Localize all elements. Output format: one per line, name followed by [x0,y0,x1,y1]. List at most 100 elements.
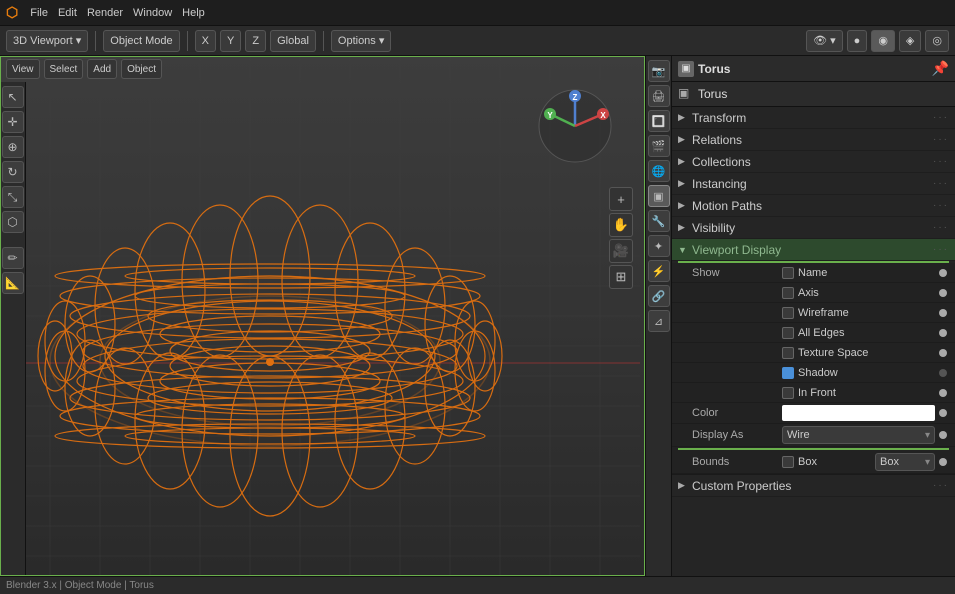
name-checkbox[interactable] [782,267,794,279]
display-as-dropdown[interactable]: Wire ▾ [782,426,935,444]
display-as-controls: Wire ▾ [782,426,947,444]
bounds-checkbox[interactable] [782,456,794,468]
options-btn[interactable]: Options ▾ [331,30,392,52]
object-menu-btn[interactable]: Object [121,59,162,79]
world-btn[interactable]: 🌐 [648,160,670,182]
wireframe-checkbox-wrap[interactable]: Wireframe [782,307,935,319]
axis-z-btn[interactable]: Z [245,30,266,52]
texture-space-dot[interactable] [939,349,947,357]
section-viewport-display[interactable]: ▼ Viewport Display ··· [672,239,955,261]
shadow-cb-label: Shadow [798,367,838,379]
menu-edit[interactable]: Edit [54,7,81,19]
camera-btn[interactable]: 🎥 [609,239,633,263]
axis-checkbox-wrap[interactable]: Axis [782,287,935,299]
axis-x-btn[interactable]: X [195,30,216,52]
viewport[interactable]: View Select Add Object Z Y [0,56,645,576]
texture-space-checkbox-wrap[interactable]: Texture Space [782,347,935,359]
color-dot[interactable] [939,409,947,417]
scale-tool-btn[interactable]: ⤡ [2,186,24,208]
viewport-shading-wire[interactable]: ◉ [871,30,895,52]
section-dots-custom-props: ··· [933,480,949,491]
select-menu-btn[interactable]: Select [44,59,84,79]
object-type-icon: ▣ [678,86,694,102]
axis-checkbox[interactable] [782,287,794,299]
data-props-btn[interactable]: ⊿ [648,310,670,332]
all-edges-checkbox-wrap[interactable]: All Edges [782,327,935,339]
shadow-checkbox[interactable] [782,367,794,379]
object-props-btn[interactable]: ▣ [648,185,670,207]
texture-space-cb-label: Texture Space [798,347,868,359]
shadow-checkbox-wrap[interactable]: Shadow [782,367,935,379]
svg-text:Y: Y [547,111,553,120]
output-props-btn[interactable]: 🖨 [648,85,670,107]
view-menu-btn[interactable]: View [6,59,40,79]
viewport-overlay-btn[interactable]: 👁 ▾ [806,30,843,52]
wireframe-dot[interactable] [939,309,947,317]
annotate-tool-btn[interactable]: ✏ [2,247,24,269]
shadow-dot[interactable] [939,369,947,377]
display-as-dot[interactable] [939,431,947,439]
all-edges-dot[interactable] [939,329,947,337]
show-label-row: Show Name [672,263,955,283]
render-props-btn[interactable]: 📷 [648,60,670,82]
in-front-checkbox[interactable] [782,387,794,399]
axis-y-btn[interactable]: Y [220,30,241,52]
select-tool-btn[interactable]: ↖ [2,86,24,108]
viewport-shading-solid[interactable]: ● [847,30,868,52]
all-edges-checkbox[interactable] [782,327,794,339]
section-motion-paths[interactable]: ▶ Motion Paths ··· [672,195,955,217]
color-field[interactable] [782,405,935,421]
scene-btn[interactable]: 🎬 [648,135,670,157]
view-layer-btn[interactable]: 🔳 [648,110,670,132]
particles-btn[interactable]: ✦ [648,235,670,257]
display-as-value: Wire [787,429,925,441]
panel-pin-btn[interactable]: 📌 [932,60,949,77]
section-visibility[interactable]: ▶ Visibility ··· [672,217,955,239]
top-toolbar: 3D Viewport ▾ Object Mode X Y Z Global O… [0,26,955,56]
in-front-checkbox-wrap[interactable]: In Front [782,387,935,399]
wireframe-checkbox[interactable] [782,307,794,319]
zoom-in-btn[interactable]: + [609,187,633,211]
move-tool-btn[interactable]: ⊕ [2,136,24,158]
menu-window[interactable]: Window [129,7,176,19]
section-instancing[interactable]: ▶ Instancing ··· [672,173,955,195]
modifier-btn[interactable]: 🔧 [648,210,670,232]
rotate-tool-btn[interactable]: ↻ [2,161,24,183]
texture-space-checkbox[interactable] [782,347,794,359]
section-custom-properties[interactable]: ▶ Custom Properties ··· [672,475,955,497]
pan-btn[interactable]: ✋ [609,213,633,237]
menu-render[interactable]: Render [83,7,127,19]
app-logo: ⬡ [6,4,18,21]
transform-tool-btn[interactable]: ⬡ [2,211,24,233]
section-label-collections: Collections [692,155,933,169]
name-dot[interactable] [939,269,947,277]
measure-tool-btn[interactable]: 📐 [2,272,24,294]
section-transform[interactable]: ▶ Transform ··· [672,107,955,129]
color-label: Color [692,407,782,419]
panel-header: ▣ Torus 📌 [672,56,955,82]
viewport-shading-material[interactable]: ◎ [925,30,949,52]
menu-file[interactable]: File [26,7,52,19]
bounds-checkbox-wrap[interactable]: Box [782,456,871,468]
object-selector[interactable]: ▣ Torus [672,82,955,107]
global-btn[interactable]: Global [270,30,316,52]
section-relations[interactable]: ▶ Relations ··· [672,129,955,151]
viewport-shading-rendered[interactable]: ◈ [899,30,921,52]
cursor-tool-btn[interactable]: ✛ [2,111,24,133]
section-label-custom-props: Custom Properties [692,479,933,493]
bounds-dot[interactable] [939,458,947,466]
navigation-gizmo[interactable]: Z Y X [535,86,615,166]
add-menu-btn[interactable]: Add [87,59,117,79]
show-controls: Name [782,267,947,279]
section-collections[interactable]: ▶ Collections ··· [672,151,955,173]
constraints-btn[interactable]: 🔗 [648,285,670,307]
mode-select[interactable]: Object Mode [103,30,179,52]
grid-view-btn[interactable]: ⊞ [609,265,633,289]
editor-type-btn[interactable]: 3D Viewport ▾ [6,30,88,52]
in-front-dot[interactable] [939,389,947,397]
menu-help[interactable]: Help [178,7,209,19]
axis-dot[interactable] [939,289,947,297]
name-checkbox-wrap[interactable]: Name [782,267,935,279]
physics-btn[interactable]: ⚡ [648,260,670,282]
bounds-dropdown[interactable]: Box ▾ [875,453,935,471]
